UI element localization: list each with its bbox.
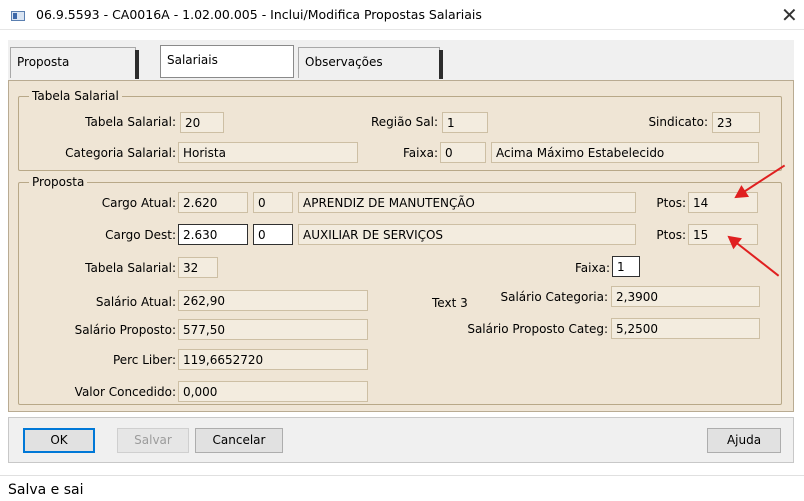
text3-label: Text 3 bbox=[432, 296, 468, 310]
regiao-sal-label: Região Sal: bbox=[371, 115, 438, 129]
salario-atual-field[interactable]: 262,90 bbox=[178, 290, 368, 311]
tabela-salarial-proposta-field[interactable]: 32 bbox=[178, 257, 218, 278]
salvar-button[interactable]: Salvar bbox=[117, 428, 189, 453]
faixa-field[interactable]: 0 bbox=[440, 142, 486, 163]
window-title: 06.9.5593 - CA0016A - 1.02.00.005 - Incl… bbox=[36, 7, 482, 22]
cargo-dest-level-input[interactable]: 0 bbox=[253, 224, 293, 245]
tabela-salarial-label: Tabela Salarial: bbox=[85, 115, 176, 129]
regiao-sal-field[interactable]: 1 bbox=[442, 112, 488, 133]
close-icon[interactable]: ✕ bbox=[781, 3, 798, 27]
status-text: Salva e sai bbox=[8, 482, 84, 498]
faixa-description: Acima Máximo Estabelecido bbox=[491, 142, 759, 163]
tabela-salarial-field[interactable]: 20 bbox=[180, 112, 224, 133]
faixa-label: Faixa: bbox=[403, 146, 438, 160]
cargo-atual-label: Cargo Atual: bbox=[101, 196, 176, 210]
button-bar: OK Salvar Cancelar Ajuda bbox=[8, 417, 794, 463]
cargo-dest-code-input[interactable]: 2.630 bbox=[178, 224, 248, 245]
valor-concedido-field[interactable]: 0,000 bbox=[178, 381, 368, 402]
cargo-dest-label: Cargo Dest: bbox=[105, 228, 176, 242]
salario-categoria-field[interactable]: 2,3900 bbox=[611, 286, 760, 307]
salario-proposto-field[interactable]: 577,50 bbox=[178, 319, 368, 340]
ajuda-button[interactable]: Ajuda bbox=[707, 428, 781, 453]
perc-liber-label: Perc Liber: bbox=[112, 353, 176, 367]
tabela-salarial-proposta-label: Tabela Salarial: bbox=[85, 261, 176, 275]
tab-observacoes[interactable]: Observações bbox=[298, 47, 443, 79]
categoria-salarial-field[interactable]: Horista bbox=[178, 142, 358, 163]
ptos-dest-label: Ptos: bbox=[656, 228, 686, 242]
title-bar: 06.9.5593 - CA0016A - 1.02.00.005 - Incl… bbox=[0, 0, 804, 30]
categoria-salarial-label: Categoria Salarial: bbox=[65, 146, 176, 160]
salario-proposto-categ-label: Salário Proposto Categ: bbox=[467, 322, 608, 336]
sindicato-field[interactable]: 23 bbox=[712, 112, 760, 133]
tab-salariais[interactable]: Salariais bbox=[160, 45, 294, 78]
cargo-atual-level[interactable]: 0 bbox=[253, 192, 293, 213]
salario-proposto-label: Salário Proposto: bbox=[74, 323, 176, 337]
valor-concedido-label: Valor Concedido: bbox=[74, 385, 176, 399]
faixa-proposta-input[interactable]: 1 bbox=[612, 256, 640, 277]
salario-categoria-label: Salário Categoria: bbox=[500, 290, 608, 304]
ptos-atual-label: Ptos: bbox=[656, 196, 686, 210]
group-title: Proposta bbox=[32, 175, 85, 189]
cargo-atual-code[interactable]: 2.620 bbox=[178, 192, 248, 213]
tab-proposta[interactable]: Proposta bbox=[10, 47, 139, 79]
perc-liber-field[interactable]: 119,6652720 bbox=[178, 349, 368, 370]
faixa-proposta-label: Faixa: bbox=[575, 261, 610, 275]
salario-proposto-categ-field[interactable]: 5,2500 bbox=[611, 318, 760, 339]
sindicato-label: Sindicato: bbox=[648, 115, 708, 129]
cargo-dest-description: AUXILIAR DE SERVIÇOS bbox=[298, 224, 636, 245]
salario-atual-label: Salário Atual: bbox=[95, 295, 176, 309]
group-title: Tabela Salarial bbox=[32, 89, 119, 103]
app-window-icon bbox=[11, 11, 25, 21]
ok-button[interactable]: OK bbox=[23, 428, 95, 453]
status-bar: Salva e sai bbox=[0, 475, 804, 501]
cargo-atual-description: APRENDIZ DE MANUTENÇÃO bbox=[298, 192, 636, 213]
cancelar-button[interactable]: Cancelar bbox=[195, 428, 283, 453]
